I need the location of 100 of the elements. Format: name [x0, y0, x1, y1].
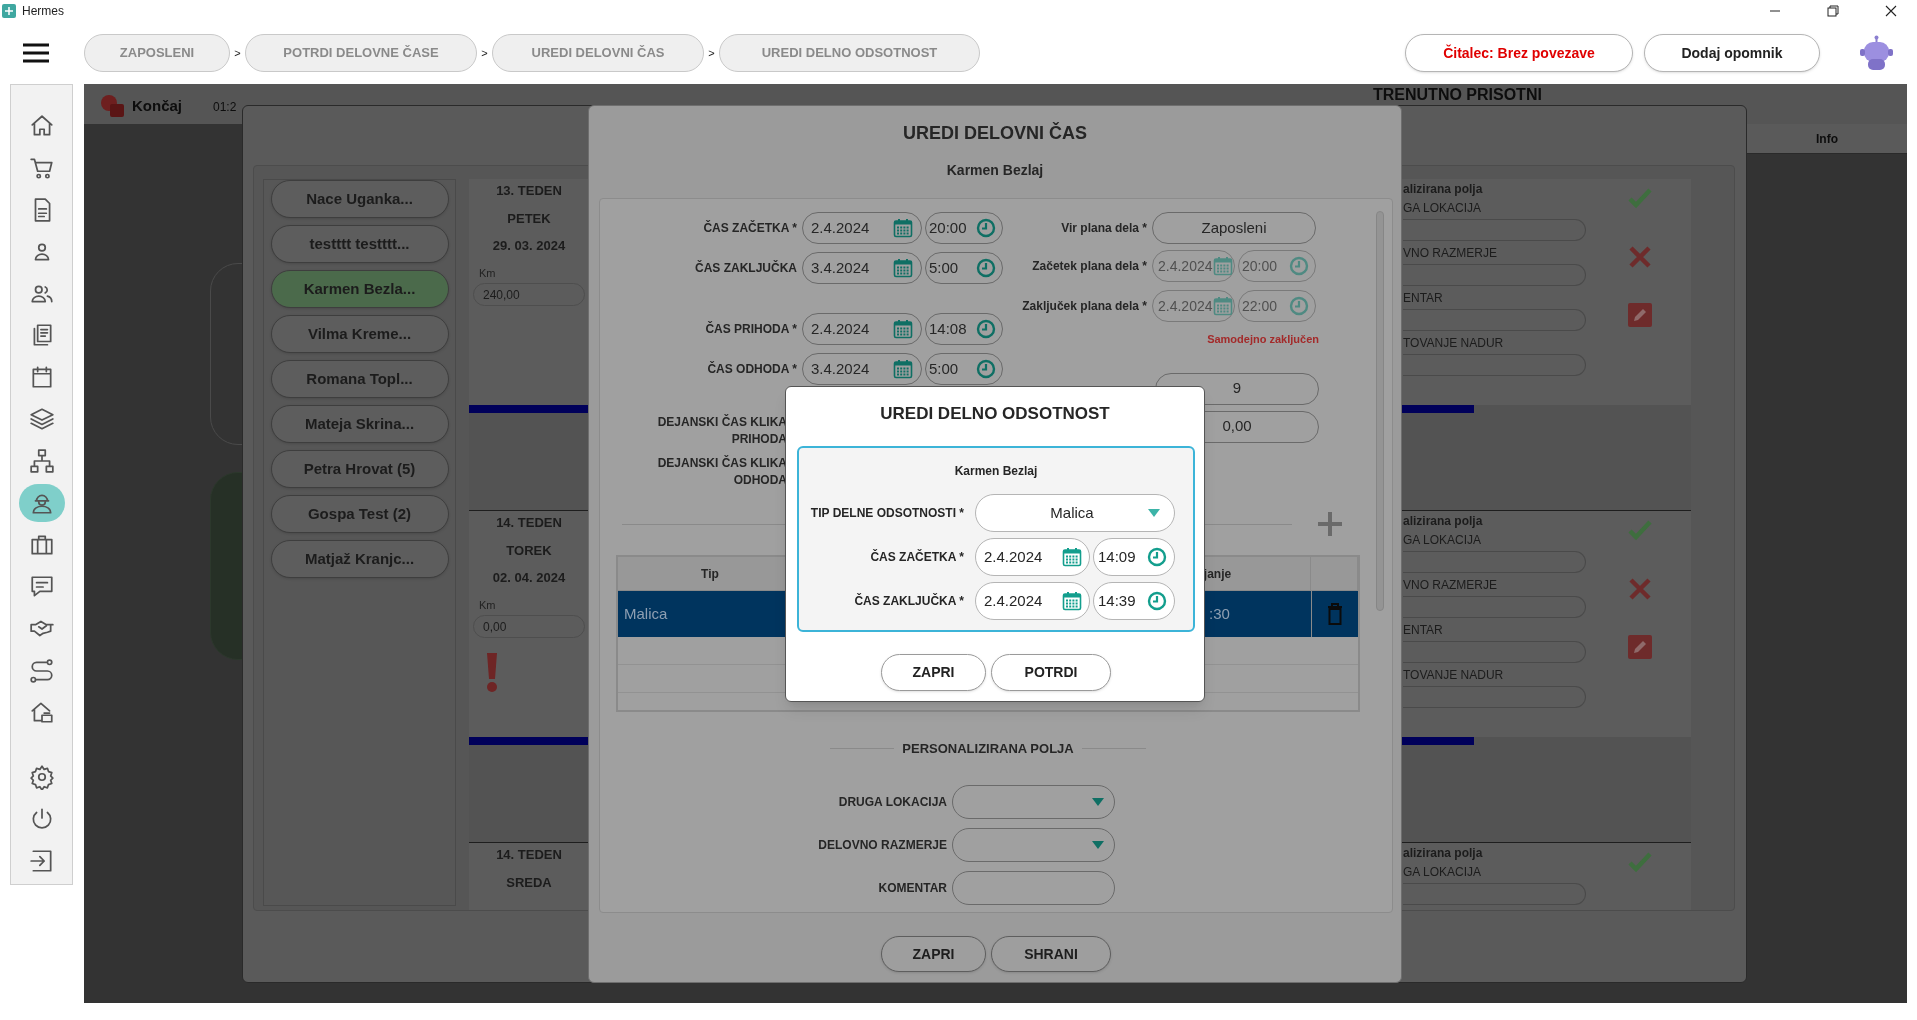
separator: > — [480, 45, 489, 61]
field-label: DELOVNO RAZMERJE — [817, 837, 948, 854]
sidebar-item[interactable] — [18, 484, 65, 522]
clock-icon[interactable] — [976, 258, 996, 278]
cross-icon[interactable] — [1626, 244, 1653, 270]
caret-icon[interactable] — [1092, 798, 1104, 806]
date-label: 02. 04. 2024 — [491, 570, 567, 586]
column-header: janje — [1203, 565, 1232, 583]
calendar-icon[interactable] — [893, 359, 913, 379]
timer-text: 01:2 — [213, 99, 237, 116]
field-label: VNO RAZMERJE — [1403, 578, 1498, 592]
field-label: ENTAR — [1403, 623, 1444, 637]
avatar-icon[interactable] — [1860, 35, 1893, 71]
edit-icon[interactable] — [1626, 302, 1653, 328]
close-icon[interactable] — [1885, 5, 1897, 17]
field-label: TOVANJE NADUR — [1403, 336, 1505, 350]
trash-icon[interactable] — [1327, 603, 1343, 625]
field-label: TOVANJE NADUR — [1403, 668, 1505, 682]
field-label: VNO RAZMERJE — [1403, 246, 1498, 260]
confirm-button[interactable]: POTRDI — [991, 654, 1111, 691]
close-button[interactable]: ZAPRI — [881, 936, 986, 972]
network-icon — [28, 448, 55, 475]
field-label: Km — [478, 266, 497, 280]
clock-icon[interactable] — [976, 319, 996, 339]
dropdown[interactable]: Malica — [975, 494, 1175, 532]
save-button[interactable]: SHRANI — [991, 936, 1111, 972]
week-label: 14. TEDEN — [495, 515, 563, 531]
clock-icon[interactable] — [1147, 547, 1167, 567]
field-label: ČAS ZAČETKA * — [702, 219, 798, 237]
column-header: Info — [1747, 124, 1907, 154]
window-title: Hermes — [22, 3, 64, 20]
settings-icon — [28, 764, 55, 791]
week-label: 13. TEDEN — [495, 183, 563, 199]
field-label: GA LOKACIJA — [1403, 533, 1483, 547]
clock-icon[interactable] — [976, 359, 996, 379]
time-field[interactable]: 14:39 — [1093, 582, 1175, 620]
edit-icon[interactable] — [1626, 634, 1653, 660]
field-label: Zaključek plana dela * — [1021, 298, 1148, 314]
date-label: 29. 03. 2024 — [491, 238, 567, 254]
section-title: PERSONALIZIRANA POLJA — [902, 740, 1074, 758]
chat-icon — [28, 573, 55, 600]
field-label: DEJANSKI ČAS KLIKA ODHODA — [656, 455, 787, 489]
exit-icon — [28, 848, 55, 875]
breadcrumb[interactable]: POTRDI DELOVNE ČASE — [245, 34, 477, 72]
section-title: TRENUTNO PRISOTNI — [1373, 85, 1542, 104]
breadcrumb[interactable]: UREDI DELNO ODSOTNOST — [719, 34, 980, 72]
dialog-title: UREDI DELOVNI ČAS — [903, 121, 1087, 145]
field-label: ČAS ZAKLJUČKA * — [853, 592, 965, 610]
field-label: Začetek plana dela * — [1031, 258, 1148, 274]
calendar-icon[interactable] — [893, 218, 913, 238]
field-label: GA LOKACIJA — [1403, 201, 1483, 215]
clock-icon[interactable] — [1289, 296, 1309, 316]
week-label: 14. TEDEN — [495, 847, 563, 863]
calendar-icon[interactable] — [893, 258, 913, 278]
employee-name: Karmen Bezlaj — [946, 161, 1044, 180]
field-label: TIP DELNE ODSOTNOSTI * — [809, 505, 965, 522]
dialog-title: UREDI DELNO ODSOTNOST — [880, 403, 1110, 425]
column-header: Tip — [701, 565, 719, 583]
breadcrumb[interactable]: ZAPOSLENI — [84, 34, 230, 72]
calendar-icon[interactable] — [1062, 591, 1082, 611]
caret-icon[interactable] — [1092, 841, 1104, 849]
scrollbar-thumb[interactable] — [1376, 211, 1384, 611]
table-cell-text: Malica — [624, 603, 668, 624]
field-label: ENTAR — [1403, 291, 1444, 305]
time-field[interactable]: 14:09 — [1093, 538, 1175, 576]
menu-icon[interactable] — [22, 43, 50, 63]
field-label: ČAS ZAČETKA * — [869, 548, 965, 566]
date-field[interactable]: 2.4.2024 — [975, 582, 1090, 620]
clock-icon[interactable] — [1147, 591, 1167, 611]
day-label: SREDA — [505, 875, 553, 891]
separator: > — [707, 45, 716, 61]
close-button[interactable]: ZAPRI — [881, 654, 986, 691]
reader-status-button[interactable]: Čitalec: Brez povezave — [1405, 34, 1633, 72]
calendar-icon[interactable] — [893, 319, 913, 339]
employee-name: Karmen Bezlaj — [953, 463, 1039, 480]
reminder-button[interactable]: Dodaj opomnik — [1644, 34, 1820, 72]
field-label: DRUGA LOKACIJA — [837, 794, 948, 811]
cross-icon[interactable] — [1626, 576, 1653, 602]
breadcrumb[interactable]: UREDI DELOVNI ČAS — [492, 34, 704, 72]
separator: > — [233, 45, 242, 61]
caret-icon[interactable] — [1148, 509, 1160, 517]
clock-icon[interactable] — [1289, 256, 1309, 276]
clock-icon[interactable] — [976, 218, 996, 238]
field-label: ČAS PRIHODA * — [704, 320, 798, 338]
stop-clock-icon — [100, 94, 126, 118]
calendar-icon[interactable] — [1062, 547, 1082, 567]
table-cell-text: :30 — [1209, 603, 1230, 624]
field-label: GA LOKACIJA — [1403, 865, 1483, 879]
field-label: DEJANSKI ČAS KLIKA PRIHODA — [656, 414, 787, 448]
route-icon — [28, 657, 55, 684]
day-label: TOREK — [505, 543, 553, 559]
status-text: Samodejno zaključen — [1207, 332, 1319, 347]
field-label: ČAS ZAKLJUČKA — [694, 259, 798, 277]
field-label: KOMENTAR — [877, 880, 948, 897]
section-heading: alizirana polja — [1403, 182, 1484, 196]
plus-icon[interactable] — [1317, 511, 1343, 537]
section-heading: alizirana polja — [1403, 846, 1484, 860]
section-heading: alizirana polja — [1403, 514, 1484, 528]
date-field[interactable]: 2.4.2024 — [975, 538, 1090, 576]
restore-icon[interactable] — [1827, 5, 1839, 17]
